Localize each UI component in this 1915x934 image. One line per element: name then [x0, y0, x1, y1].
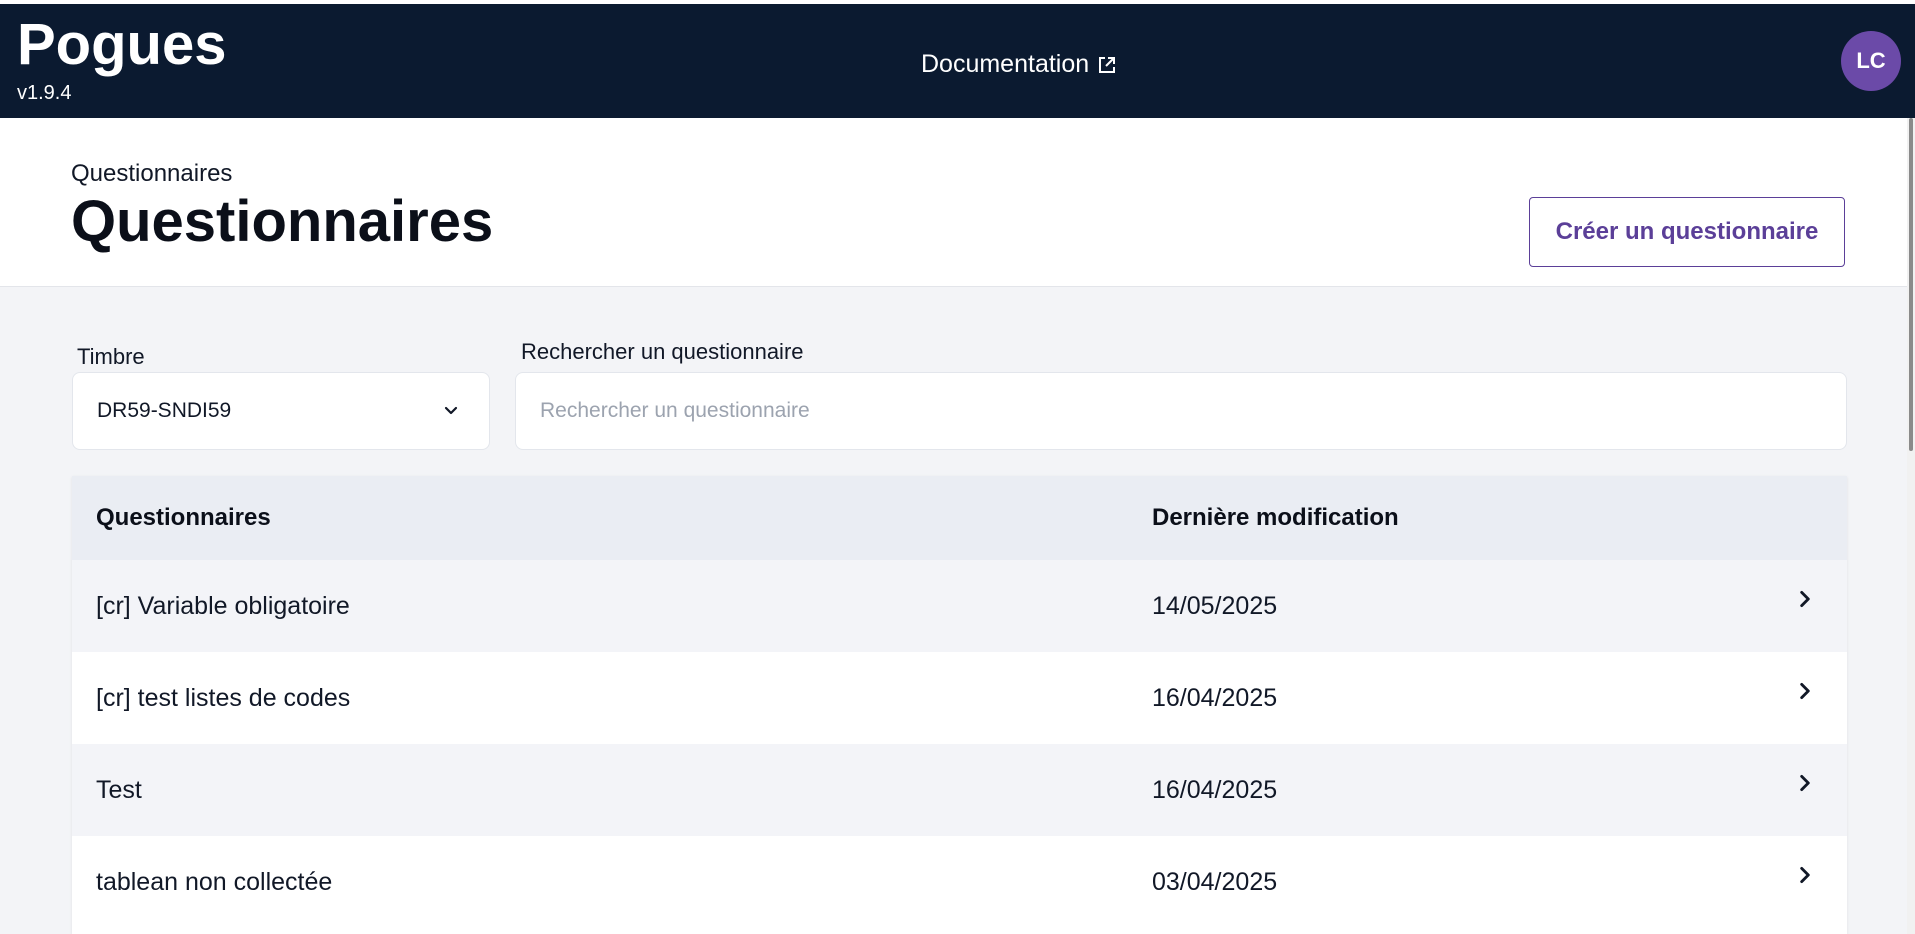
column-header-questionnaires: Questionnaires [96, 504, 271, 531]
chevron-right-icon[interactable] [1794, 864, 1816, 886]
table-row[interactable]: tablean non collectée 03/04/2025 [72, 836, 1847, 928]
app-version: v1.9.4 [17, 82, 72, 104]
page-title: Questionnaires [71, 189, 494, 254]
chevron-right-icon[interactable] [1794, 772, 1816, 794]
last-modified-date: 14/05/2025 [1152, 592, 1278, 620]
questionnaire-name: [cr] Variable obligatoire [96, 592, 350, 620]
chevron-right-icon[interactable] [1794, 680, 1816, 702]
last-modified-date: 16/04/2025 [1152, 776, 1278, 804]
questionnaire-name: tablean non collectée [96, 868, 333, 896]
search-input[interactable] [515, 372, 1847, 450]
last-modified-date: 03/04/2025 [1152, 868, 1278, 896]
timbre-select[interactable]: DR59-SNDI59 [72, 372, 490, 450]
table-row[interactable]: [cr] Variable obligatoire 14/05/2025 [72, 560, 1847, 652]
column-header-last-modified: Dernière modification [1152, 504, 1399, 531]
questionnaire-name: Test [96, 776, 142, 804]
table-header: Questionnaires Dernière modification [72, 476, 1847, 560]
table-row[interactable]: [cr] test listes de codes 16/04/2025 [72, 652, 1847, 744]
questionnaire-name: [cr] test listes de codes [96, 684, 351, 712]
timbre-label: Timbre [77, 344, 145, 369]
external-link-icon [1099, 56, 1116, 73]
table-row[interactable]: Test 16/04/2025 [72, 744, 1847, 836]
chevron-right-icon[interactable] [1794, 588, 1816, 610]
search-label: Rechercher un questionnaire [521, 339, 804, 364]
documentation-link[interactable]: Documentation [921, 50, 1117, 79]
timbre-selected-value: DR59-SNDI59 [97, 399, 232, 422]
page-scrollbar-thumb[interactable] [1909, 118, 1913, 451]
questionnaires-table: Questionnaires Dernière modification [cr… [72, 476, 1847, 934]
breadcrumb[interactable]: Questionnaires [71, 160, 232, 188]
last-modified-date: 16/04/2025 [1152, 684, 1278, 712]
app-header: Pogues v1.9.4 Documentation LC [0, 4, 1915, 118]
user-avatar[interactable]: LC [1841, 31, 1901, 91]
app-logo[interactable]: Pogues [17, 16, 227, 74]
documentation-link-label: Documentation [921, 50, 1090, 78]
chevron-down-icon [444, 406, 458, 415]
create-questionnaire-button[interactable]: Créer un questionnaire [1529, 197, 1845, 267]
